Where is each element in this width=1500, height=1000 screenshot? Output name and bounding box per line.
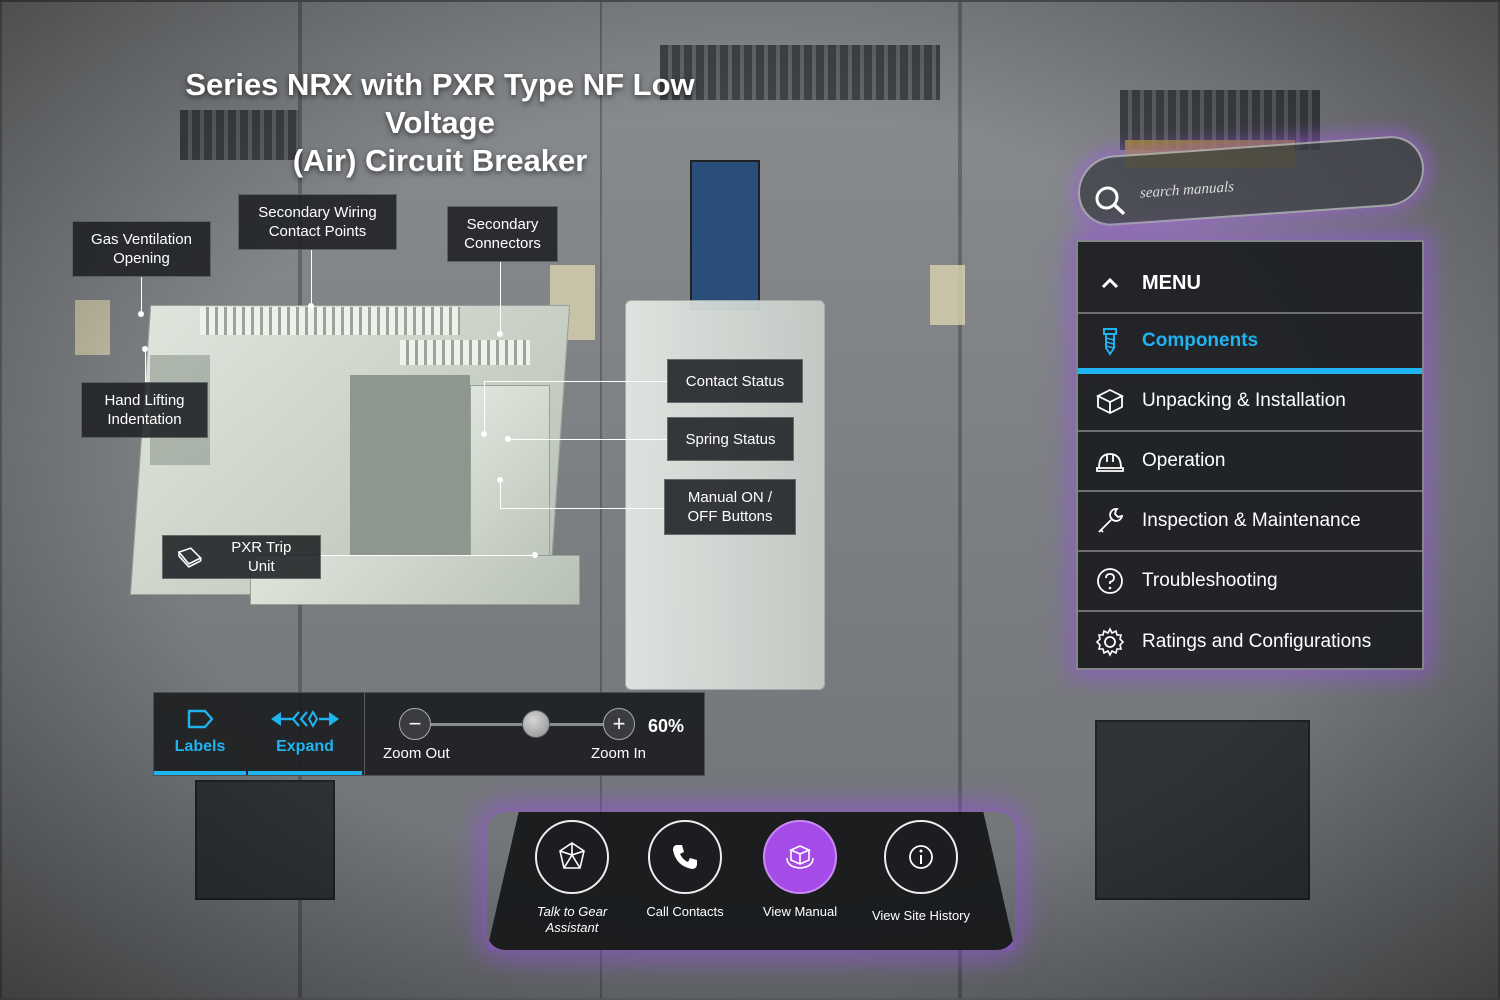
callout-hand-lifting[interactable]: Hand Lifting Indentation — [81, 382, 208, 438]
tag-icon — [187, 709, 214, 729]
leader-line — [141, 277, 142, 314]
expand-button[interactable]: Expand — [248, 693, 362, 775]
talk-to-gear-assistant-label: Talk to Gear Assistant — [536, 904, 608, 935]
box-icon — [1095, 388, 1125, 415]
zoom-control: − + Zoom Out Zoom In 60% — [365, 693, 704, 775]
phone-icon — [673, 845, 697, 869]
callout-contact-status[interactable]: Contact Status — [667, 359, 803, 403]
gem-icon — [559, 842, 585, 869]
anchor-dot — [505, 436, 511, 442]
model-toolbar: Labels Expand − + Zoom Out Zoom In 60% — [153, 692, 705, 776]
anchor-dot — [138, 311, 144, 317]
menu-item-label: Ratings and Configurations — [1142, 631, 1372, 652]
callout-secondary-wiring[interactable]: Secondary Wiring Contact Points — [238, 194, 397, 250]
title-line-1: Series NRX with PXR Type NF Low Voltage — [185, 67, 695, 140]
call-contacts-label: Call Contacts — [646, 904, 724, 919]
view-site-history-label: View Site History — [871, 908, 970, 923]
leader-line — [500, 262, 501, 334]
zoom-in-label: Zoom In — [591, 745, 647, 762]
cube-icon — [786, 845, 814, 869]
leader-line — [510, 439, 667, 440]
zoom-slider-track[interactable] — [413, 723, 618, 726]
callout-spring-status[interactable]: Spring Status — [667, 417, 794, 461]
menu-item-label: Troubleshooting — [1142, 570, 1278, 591]
hardhat-icon — [1096, 453, 1124, 472]
zoom-out-button[interactable]: − — [399, 708, 431, 740]
chevron-up-icon — [1101, 277, 1119, 289]
gear-icon — [1095, 627, 1125, 657]
anchor-dot — [481, 431, 487, 437]
anchor-dot — [308, 303, 314, 309]
menu-item-operation[interactable]: Operation — [1078, 432, 1422, 492]
leader-line — [484, 381, 667, 382]
menu-item-ratings[interactable]: Ratings and Configurations — [1078, 612, 1422, 672]
callout-gas-ventilation[interactable]: Gas Ventilation Opening — [72, 221, 211, 277]
page-title: Series NRX with PXR Type NF Low Voltage … — [130, 66, 750, 180]
menu-item-inspection[interactable]: Inspection & Maintenance — [1078, 492, 1422, 552]
leader-line — [145, 349, 146, 382]
menu-header-label: MENU — [1142, 271, 1201, 294]
menu-item-label: Inspection & Maintenance — [1142, 510, 1361, 531]
menu-item-components[interactable]: Components — [1078, 314, 1422, 374]
callout-pxr-trip-unit[interactable]: PXR Trip Unit — [162, 535, 321, 579]
anchor-dot — [497, 331, 503, 337]
expand-icon — [271, 709, 339, 729]
talk-to-gear-assistant-button[interactable]: Talk to Gear Assistant — [517, 820, 627, 936]
menu-item-label: Components — [1142, 330, 1259, 351]
labels-button-label: Labels — [174, 738, 226, 755]
search-input[interactable] — [1140, 168, 1380, 203]
view-site-history-button[interactable]: View Site History — [866, 820, 976, 924]
zoom-percent: 60% — [647, 716, 684, 736]
info-icon — [909, 845, 933, 869]
labels-button[interactable]: Labels — [154, 693, 246, 775]
leader-line — [500, 508, 664, 509]
wrench-icon — [1098, 508, 1124, 533]
anchor-dot — [142, 346, 148, 352]
menu-item-label: Operation — [1142, 450, 1226, 471]
question-icon — [1097, 568, 1123, 594]
leader-line — [311, 250, 312, 306]
wiring-pins — [200, 307, 460, 335]
zoom-slider-knob[interactable] — [522, 710, 550, 738]
side-menu: MENU Components Unpacking & Installation… — [1076, 240, 1424, 670]
expand-button-label: Expand — [276, 738, 334, 755]
call-contacts-button[interactable]: Call Contacts — [630, 820, 740, 920]
zoom-out-label: Zoom Out — [383, 745, 450, 762]
mechanism-block — [350, 375, 470, 585]
callout-manual-buttons[interactable]: Manual ON / OFF Buttons — [664, 479, 796, 535]
view-manual-button[interactable]: View Manual — [745, 820, 855, 920]
screw-icon — [1103, 328, 1117, 356]
leader-line — [500, 480, 501, 508]
action-bar: Talk to Gear Assistant Call Contacts Vie… — [487, 812, 1015, 950]
menu-item-troubleshooting[interactable]: Troubleshooting — [1078, 552, 1422, 612]
callout-pxr-label: PXR Trip Unit — [231, 539, 292, 575]
book-icon — [177, 547, 202, 568]
menu-item-unpacking[interactable]: Unpacking & Installation — [1078, 372, 1422, 432]
leader-line — [321, 555, 535, 556]
search-icon — [1095, 186, 1125, 215]
connector-pins — [400, 340, 530, 365]
zoom-in-button[interactable]: + — [603, 708, 635, 740]
leader-line — [484, 381, 485, 434]
view-manual-label: View Manual — [762, 904, 838, 919]
callout-secondary-connectors[interactable]: Secondary Connectors — [447, 206, 558, 262]
anchor-dot — [497, 477, 503, 483]
title-line-2: (Air) Circuit Breaker — [292, 143, 588, 178]
anchor-dot — [532, 552, 538, 558]
menu-item-label: Unpacking & Installation — [1142, 390, 1346, 411]
menu-header[interactable]: MENU — [1078, 254, 1422, 314]
